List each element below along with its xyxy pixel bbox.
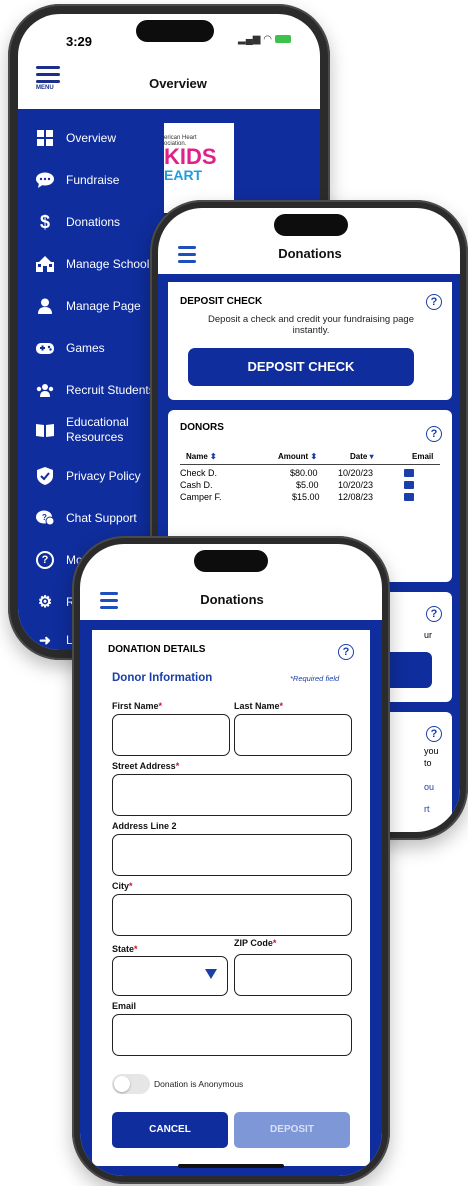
nav-fundraise[interactable]: Fundraise	[36, 171, 119, 189]
help-icon[interactable]: ?	[338, 644, 354, 660]
deposit-check-button[interactable]: DEPOSIT CHECK	[188, 348, 414, 386]
phone-donation-details: Donations DONATION DETAILS ? Donor Infor…	[72, 536, 390, 1184]
column-header-email: Email	[412, 452, 434, 461]
help-icon[interactable]: ?	[426, 606, 442, 622]
cancel-button[interactable]: CANCEL	[112, 1112, 228, 1148]
person-icon	[36, 297, 54, 315]
book-icon	[36, 421, 54, 439]
help-icon[interactable]: ?	[426, 294, 442, 310]
email-label: Email	[112, 1001, 137, 1011]
street-address-field[interactable]	[112, 774, 352, 816]
first-name-field[interactable]	[112, 714, 230, 756]
menu-button[interactable]: MENU	[36, 66, 60, 91]
envelope-icon[interactable]	[404, 493, 414, 501]
sort-icon: ⬍	[210, 452, 217, 461]
address-line-2-field[interactable]	[112, 834, 352, 876]
donation-details-card: DONATION DETAILS ? Donor Information *Re…	[92, 630, 370, 1166]
deposit-button[interactable]: DEPOSIT	[234, 1112, 350, 1148]
shield-icon	[36, 467, 54, 485]
anonymous-label: Donation is Anonymous	[154, 1079, 244, 1089]
donor-info-heading: Donor Information	[112, 672, 213, 684]
nav-manage-page[interactable]: Manage Page	[36, 297, 141, 315]
nav-games[interactable]: Games	[36, 339, 105, 357]
wifi-icon: ◠	[263, 34, 272, 45]
address-line-2-label: Address Line 2	[112, 821, 177, 831]
nav-manage-school[interactable]: Manage School	[36, 255, 149, 273]
hamburger-icon	[36, 66, 60, 83]
street-address-label: Street Address*	[112, 761, 180, 771]
city-label: City*	[112, 881, 133, 891]
last-name-label: Last Name*	[234, 701, 284, 711]
nav-chat-support[interactable]: ? Chat Support	[36, 509, 137, 527]
column-header-name[interactable]: Name ⬍	[186, 452, 217, 461]
toggle-knob	[114, 1076, 130, 1092]
notch	[136, 20, 214, 42]
zip-code-field[interactable]	[234, 954, 352, 996]
menu-label: MENU	[36, 85, 54, 91]
home-indicator	[178, 1164, 284, 1168]
hamburger-icon[interactable]	[178, 246, 196, 267]
support-chat-icon: ?	[36, 509, 54, 527]
email-field[interactable]	[112, 1014, 352, 1056]
card-heading: DEPOSIT CHECK	[180, 296, 263, 307]
chat-bubble-icon	[36, 171, 54, 189]
column-header-date[interactable]: Date ▾	[350, 452, 374, 461]
hamburger-icon[interactable]	[100, 592, 118, 613]
sort-down-icon: ▾	[369, 452, 374, 461]
required-note: *Required field	[290, 674, 340, 683]
envelope-icon[interactable]	[404, 469, 414, 477]
grid-icon	[36, 129, 54, 147]
help-icon[interactable]: ?	[426, 726, 442, 742]
page-title: Donations	[278, 246, 342, 261]
anonymous-toggle[interactable]	[112, 1074, 150, 1094]
page-title: Donations	[200, 592, 264, 607]
logout-icon: ➜	[39, 631, 51, 648]
notch	[194, 550, 268, 572]
dollar-icon: $	[39, 211, 50, 232]
gear-icon: ⚙	[37, 594, 53, 611]
svg-text:?: ?	[42, 513, 47, 522]
nav-privacy-policy[interactable]: Privacy Policy	[36, 467, 141, 485]
card-heading: DONORS	[180, 422, 224, 433]
nav-educational-resources[interactable]: Educational Resources	[36, 415, 129, 445]
gamepad-icon	[36, 339, 54, 357]
content-area: DONATION DETAILS ? Donor Information *Re…	[80, 620, 382, 1176]
column-header-amount[interactable]: Amount ⬍	[278, 452, 317, 461]
nav-recruit-students[interactable]: Recruit Students	[36, 381, 155, 399]
group-icon	[36, 381, 54, 399]
card-text: Deposit a check and credit your fundrais…	[208, 314, 414, 336]
last-name-field[interactable]	[234, 714, 352, 756]
question-icon: ?	[36, 551, 54, 569]
dropdown-arrow-icon	[205, 969, 217, 979]
envelope-icon[interactable]	[404, 481, 414, 489]
status-icons: ▂▄▆ ◠	[238, 34, 291, 45]
first-name-label: First Name*	[112, 701, 163, 711]
battery-icon	[274, 35, 291, 44]
header-divider	[180, 464, 440, 465]
sort-icon: ⬍	[310, 452, 318, 461]
help-icon[interactable]: ?	[426, 426, 442, 442]
state-select[interactable]	[112, 956, 228, 996]
nav-donations[interactable]: $ Donations	[36, 211, 120, 232]
state-label: State*	[112, 944, 138, 954]
section-title: DONATION DETAILS	[108, 644, 206, 655]
deposit-check-card: DEPOSIT CHECK ? Deposit a check and cred…	[168, 282, 452, 400]
school-icon	[36, 255, 54, 273]
signal-icon: ▂▄▆	[238, 34, 261, 45]
nav-overview[interactable]: Overview	[36, 129, 116, 147]
city-field[interactable]	[112, 894, 352, 936]
zip-code-label: ZIP Code*	[234, 938, 277, 948]
status-time: 3:29	[66, 34, 93, 49]
page-title: Overview	[149, 76, 207, 91]
notch	[274, 214, 348, 236]
